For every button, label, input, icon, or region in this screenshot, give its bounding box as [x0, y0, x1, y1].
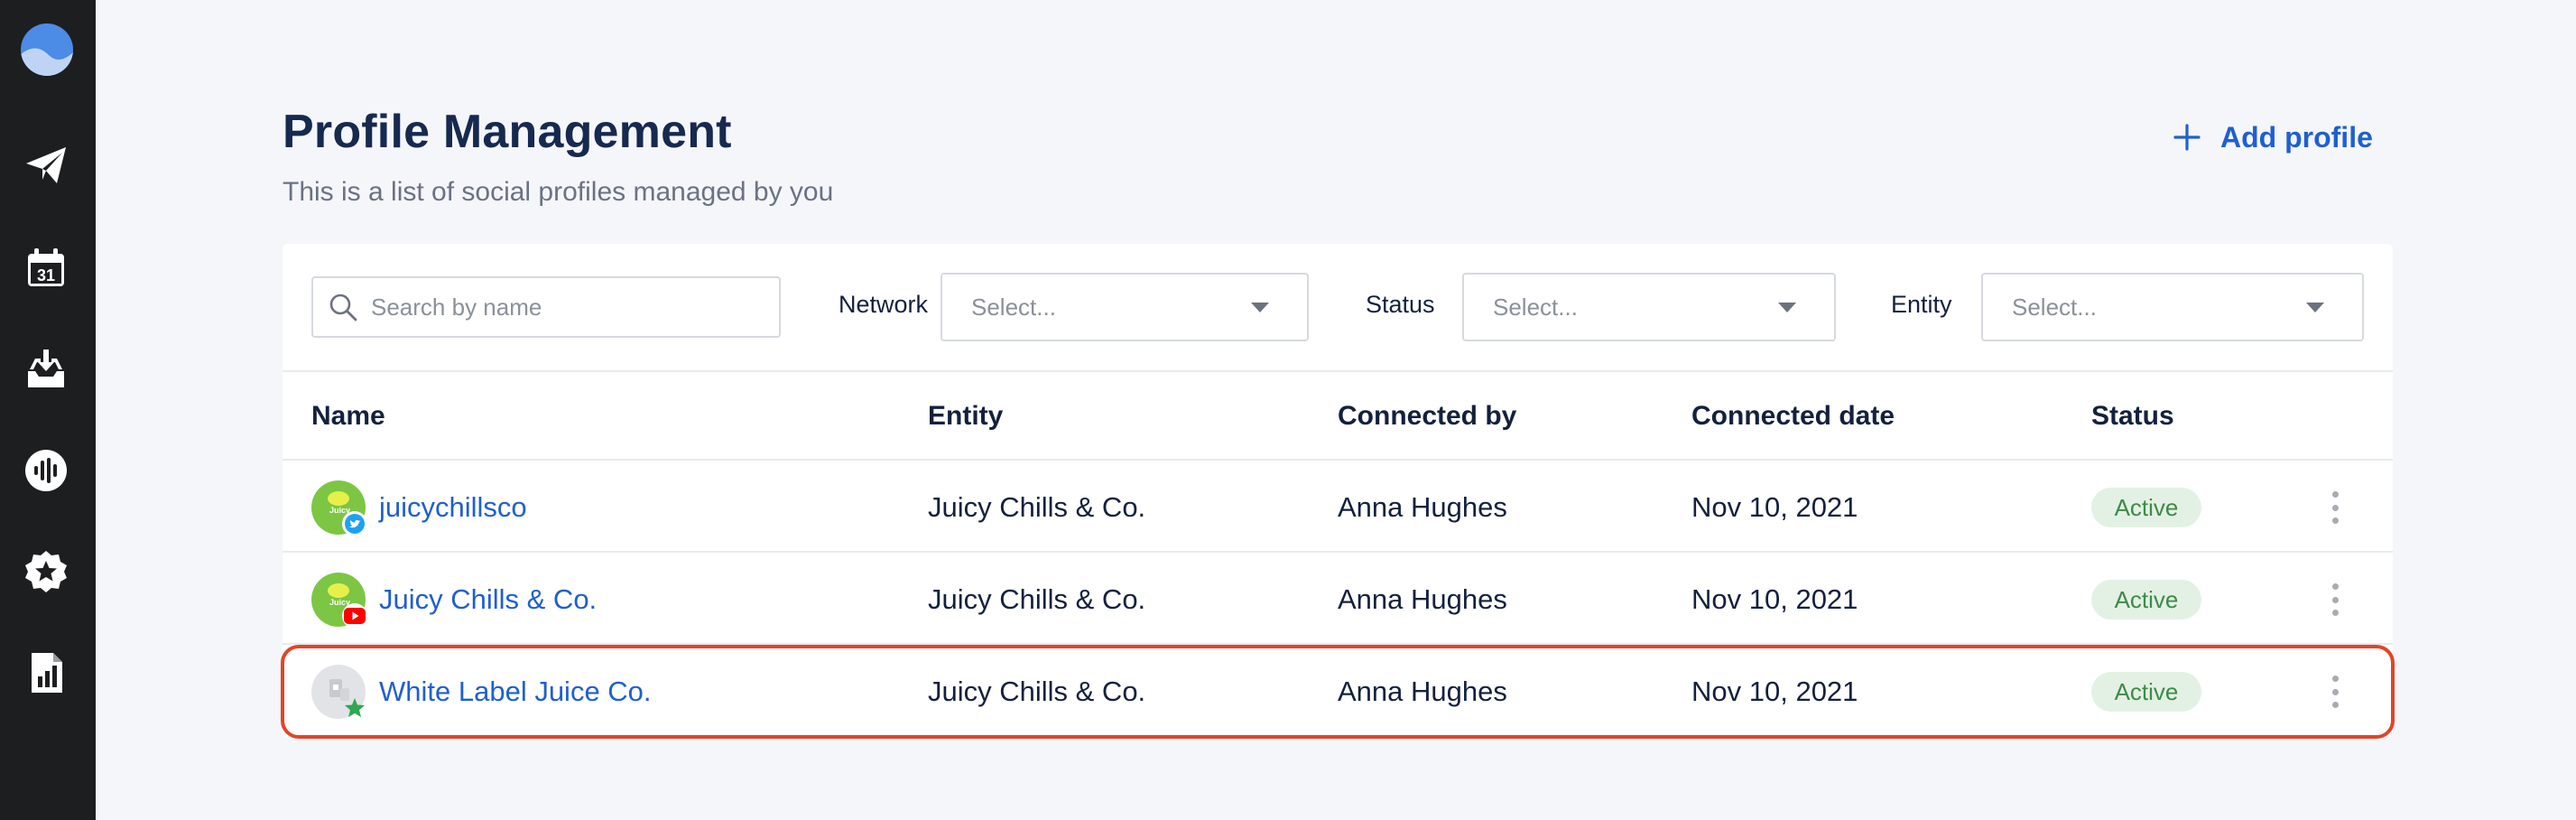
- table-header: Name Entity Connected by Connected date …: [283, 372, 2393, 461]
- status-badge: Active: [2091, 672, 2201, 712]
- connected-by-cell: Anna Hughes: [1338, 491, 1507, 523]
- connected-date-cell: Nov 10, 2021: [1691, 583, 1858, 615]
- inbox-icon[interactable]: [22, 345, 70, 394]
- search-input[interactable]: [371, 293, 768, 321]
- twitter-icon: [342, 511, 367, 536]
- column-header-connected-date[interactable]: Connected date: [1691, 372, 1895, 461]
- youtube-icon: [342, 603, 367, 629]
- table-row[interactable]: Juicy juicychillsco Juicy Chills & Co. A…: [283, 462, 2393, 553]
- search-icon: [329, 294, 357, 321]
- entity-filter-label: Entity: [1891, 291, 1952, 318]
- entity-select[interactable]: Select...: [1981, 273, 2364, 341]
- star-icon: [342, 695, 367, 721]
- profile-name-link[interactable]: White Label Juice Co.: [379, 647, 652, 737]
- status-select[interactable]: Select...: [1462, 273, 1836, 341]
- svg-text:31: 31: [37, 266, 55, 284]
- network-select-value: Select...: [971, 293, 1056, 321]
- entity-cell: Juicy Chills & Co.: [928, 676, 1146, 707]
- filter-bar: Network Select... Status Select... Entit…: [283, 244, 2393, 372]
- entity-cell: Juicy Chills & Co.: [928, 491, 1146, 523]
- report-icon[interactable]: [22, 648, 70, 697]
- plus-icon: [2173, 124, 2201, 151]
- connected-by-cell: Anna Hughes: [1338, 583, 1507, 615]
- app-logo-icon[interactable]: [20, 23, 74, 77]
- status-filter-label: Status: [1366, 291, 1435, 318]
- chevron-down-icon: [2306, 303, 2324, 312]
- add-profile-label: Add profile: [2220, 120, 2373, 154]
- entity-select-value: Select...: [2012, 293, 2097, 321]
- entity-cell: Juicy Chills & Co.: [928, 583, 1146, 615]
- page-subtitle: This is a list of social profiles manage…: [283, 177, 834, 207]
- listening-icon[interactable]: [22, 446, 70, 495]
- calendar-icon[interactable]: 31: [22, 244, 70, 293]
- column-header-name[interactable]: Name: [311, 372, 385, 461]
- column-header-status[interactable]: Status: [2091, 372, 2174, 461]
- profile-name-link[interactable]: juicychillsco: [379, 462, 527, 553]
- table-row[interactable]: Juicy Juicy Chills & Co. Juicy Chills & …: [283, 554, 2393, 645]
- chevron-down-icon: [1251, 303, 1269, 312]
- column-header-connected-by[interactable]: Connected by: [1338, 372, 1516, 461]
- row-menu-icon[interactable]: [2324, 676, 2346, 708]
- add-profile-button[interactable]: Add profile: [2173, 117, 2373, 157]
- column-header-entity[interactable]: Entity: [928, 372, 1003, 461]
- star-badge-icon[interactable]: [22, 547, 70, 596]
- status-select-value: Select...: [1493, 293, 1578, 321]
- chevron-down-icon: [1778, 303, 1796, 312]
- sidebar: 31: [0, 0, 96, 820]
- connected-by-cell: Anna Hughes: [1338, 676, 1507, 707]
- row-menu-icon[interactable]: [2324, 583, 2346, 616]
- status-badge: Active: [2091, 580, 2201, 620]
- profiles-card: Network Select... Status Select... Entit…: [281, 244, 2395, 739]
- connected-date-cell: Nov 10, 2021: [1691, 676, 1858, 707]
- table-row[interactable]: White Label Juice Co. Juicy Chills & Co.…: [283, 647, 2393, 737]
- status-badge: Active: [2091, 488, 2201, 527]
- page-title: Profile Management: [283, 106, 732, 158]
- network-select[interactable]: Select...: [941, 273, 1309, 341]
- network-filter-label: Network: [839, 291, 929, 318]
- paper-plane-icon[interactable]: [22, 141, 70, 190]
- row-menu-icon[interactable]: [2324, 491, 2346, 524]
- profile-name-link[interactable]: Juicy Chills & Co.: [379, 554, 597, 645]
- search-box[interactable]: [311, 276, 781, 338]
- connected-date-cell: Nov 10, 2021: [1691, 491, 1858, 523]
